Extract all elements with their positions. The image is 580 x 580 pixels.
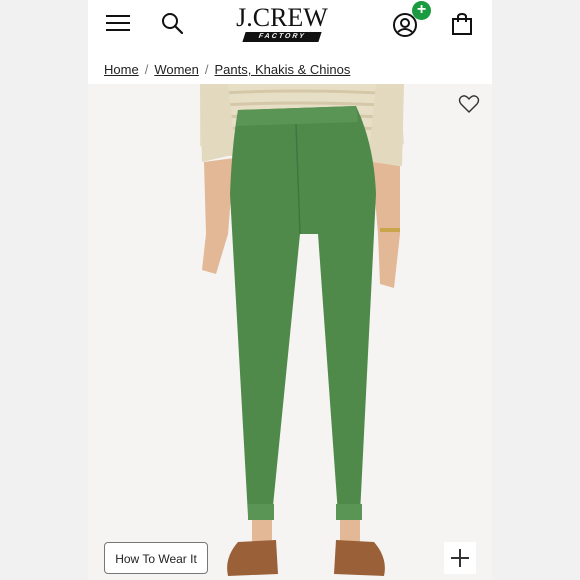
breadcrumb-home[interactable]: Home [104,62,139,77]
search-icon[interactable] [160,11,184,35]
product-page: J.CREW FACTORY + Home / Women / Pants, Khaki… [88,0,492,580]
account-plus-badge[interactable]: + [412,1,431,20]
heart-icon[interactable] [458,94,480,114]
how-to-wear-button[interactable]: How To Wear It [104,542,208,574]
breadcrumb-pants[interactable]: Pants, Khakis & Chinos [215,62,351,77]
breadcrumb-separator: / [144,62,149,77]
jcrew-factory-logo[interactable]: J.CREW FACTORY [230,4,334,44]
zoom-plus-icon[interactable] [444,542,476,574]
breadcrumb-separator: / [204,62,209,77]
product-illustration [88,84,492,580]
logo-subtitle: FACTORY [242,32,322,42]
bag-icon[interactable] [450,12,474,36]
product-image[interactable] [88,84,492,580]
breadcrumb-women[interactable]: Women [154,62,199,77]
site-header: J.CREW FACTORY + [88,0,492,48]
breadcrumb: Home / Women / Pants, Khakis & Chinos [88,56,492,84]
logo-wordmark: J.CREW [236,3,328,32]
menu-icon[interactable] [106,13,130,33]
